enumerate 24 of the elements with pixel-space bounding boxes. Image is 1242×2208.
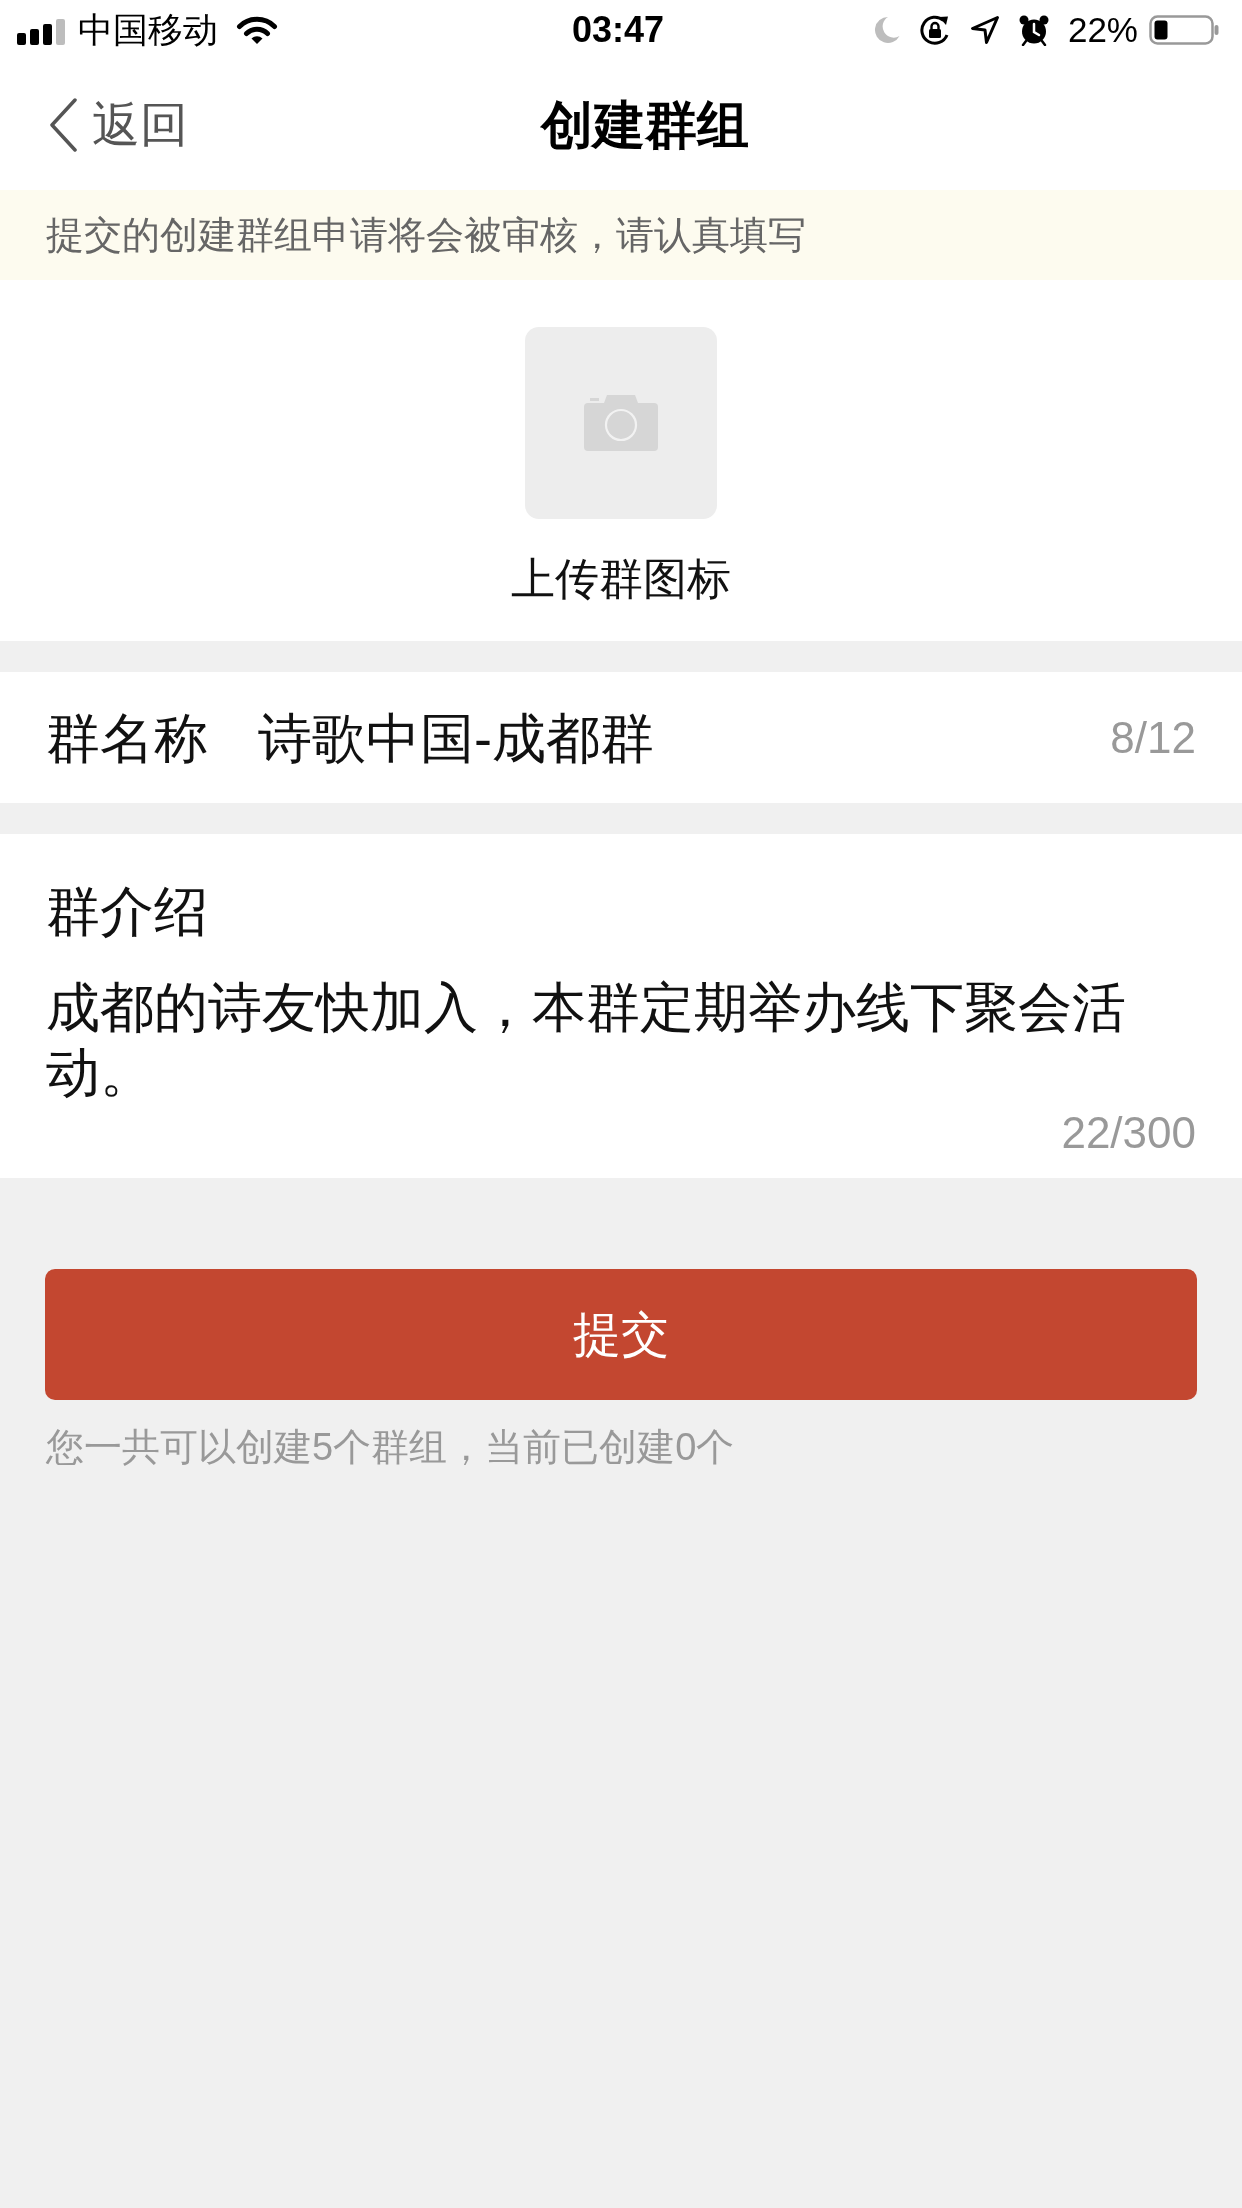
image-upload-tile[interactable] xyxy=(525,327,717,519)
carrier-name: 中国移动 xyxy=(78,9,218,51)
back-button[interactable]: 返回 xyxy=(48,97,188,153)
battery-percentage: 22% xyxy=(1067,9,1138,51)
moon-icon xyxy=(873,16,900,44)
group-name-label: 群名称 xyxy=(46,706,208,770)
signal-strength-icon xyxy=(17,19,67,45)
camera-icon xyxy=(584,395,658,451)
location-arrow-icon xyxy=(969,15,1000,45)
wifi-icon xyxy=(236,15,278,45)
group-intro-label: 群介绍 xyxy=(46,880,209,943)
character-counter: 22/300 xyxy=(1061,1107,1196,1159)
notice-text: 提交的创建群组申请将会被审核，请认真填写 xyxy=(46,213,806,258)
group-name-input[interactable]: 诗歌中国-成都群 xyxy=(258,705,1111,770)
submit-button[interactable]: 提交 xyxy=(45,1269,1197,1400)
page-title: 创建群组 xyxy=(541,95,749,155)
group-intro-textarea[interactable]: 成都的诗友快加入，本群定期举办线下聚会活动。 xyxy=(46,975,1146,1105)
battery-icon xyxy=(1149,15,1219,45)
alarm-clock-icon xyxy=(1017,14,1050,46)
character-counter: 8/12 xyxy=(1110,711,1196,764)
upload-icon-label: 上传群图标 xyxy=(511,553,731,605)
clock-time: 03:47 xyxy=(571,9,665,51)
quota-hint: 您一共可以创建5个群组，当前已创建0个 xyxy=(46,1425,736,1470)
chevron-left-icon xyxy=(48,98,78,152)
